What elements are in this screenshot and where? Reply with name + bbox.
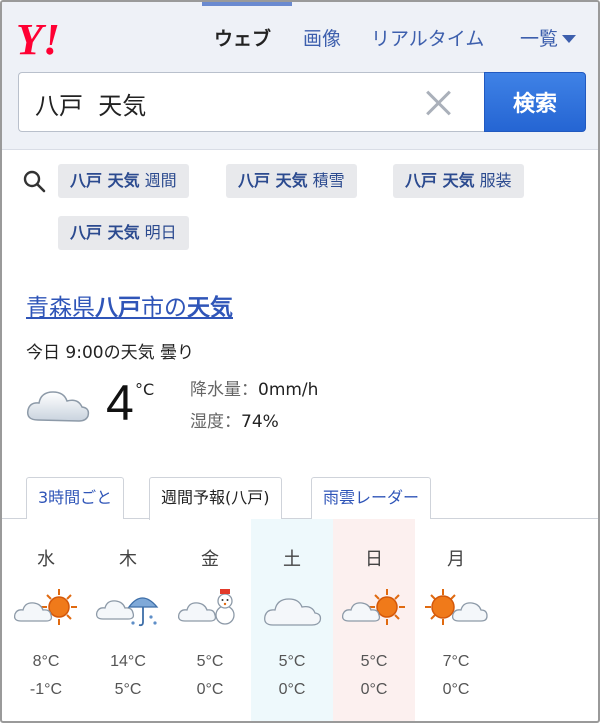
- forecast-day: 金 5°C 0°C: [169, 519, 251, 721]
- humidity: 湿度：74%: [190, 407, 279, 432]
- forecast-day: 土 5°C 0°C: [251, 519, 333, 721]
- search-button[interactable]: 検索: [484, 72, 586, 132]
- related-chip[interactable]: 八戸 天気 週間: [58, 164, 189, 198]
- forecast-high: 5°C: [278, 653, 306, 670]
- weather-title-link[interactable]: 青森県八戸市の天気: [26, 288, 233, 322]
- nav-realtime[interactable]: リアルタイム: [371, 24, 484, 51]
- active-tab-indicator: [202, 2, 292, 6]
- forecast-low: 0°C: [442, 681, 470, 698]
- related-chip-bold: 八戸 天気: [70, 223, 140, 242]
- related-chip[interactable]: 八戸 天気 明日: [58, 216, 189, 250]
- forecast-day: 月 7°C 0°C: [415, 519, 497, 721]
- temperature-unit: °C: [135, 380, 155, 399]
- nav-list-label: 一覧: [520, 28, 559, 50]
- forecast-day-label: 水: [37, 549, 55, 570]
- forecast-day: 木 14°C 5°C: [87, 519, 169, 721]
- header: Y! ウェブ 画像 リアルタイム 一覧 検索: [2, 2, 598, 150]
- tab-rain-radar[interactable]: 雨雲レーダー: [311, 477, 432, 519]
- related-chip[interactable]: 八戸 天気 服装: [393, 164, 524, 198]
- nav-web[interactable]: ウェブ: [214, 24, 271, 51]
- cloud-sun-icon: [13, 589, 77, 625]
- related-chip-rest: 積雪: [307, 171, 345, 190]
- forecast-low: 0°C: [196, 681, 224, 698]
- nav-list-menu[interactable]: 一覧: [520, 24, 577, 51]
- forecast-low: 0°C: [278, 681, 306, 698]
- forecast-day-label: 木: [119, 549, 137, 570]
- weather-title-pre: 青森県: [26, 295, 95, 321]
- app-frame: Y! ウェブ 画像 リアルタイム 一覧 検索 八戸 天気 週間 八戸 天気 積雪…: [0, 0, 600, 723]
- humidity-value: 74%: [241, 412, 279, 432]
- related-chip-bold: 八戸 天気: [405, 171, 475, 190]
- weather-title-city: 八戸: [95, 295, 141, 321]
- forecast-high: 5°C: [360, 653, 388, 670]
- related-chip-rest: 週間: [139, 171, 177, 190]
- weather-title-weather: 天気: [187, 295, 233, 321]
- forecast-high: 8°C: [32, 653, 60, 670]
- cloud-sun-icon: [341, 589, 405, 625]
- forecast-low: -1°C: [29, 681, 63, 698]
- sun-cloud-icon: [425, 589, 488, 625]
- humidity-label: 湿度：: [190, 412, 241, 432]
- cloud-icon: [264, 598, 322, 626]
- tab-3hourly[interactable]: 3時間ごと: [26, 477, 125, 519]
- clear-icon[interactable]: [423, 87, 455, 119]
- search-input[interactable]: [35, 85, 415, 121]
- current-temperature: 4: [106, 375, 134, 431]
- forecast-high: 7°C: [442, 653, 470, 670]
- current-weather-text: 今日 9:00の天気 曇り: [26, 343, 194, 363]
- forecast-low: 5°C: [114, 681, 142, 698]
- forecast-high: 5°C: [196, 653, 224, 670]
- forecast-day-label: 金: [201, 549, 219, 570]
- weather-title-mid: 市の: [141, 295, 187, 321]
- related-chip-rest: 服装: [474, 171, 512, 190]
- forecast-day: 日 5°C 0°C: [333, 519, 415, 721]
- cloud-snowman-icon: [177, 589, 235, 625]
- forecast-day: 水 8°C -1°C: [5, 519, 87, 721]
- cloud-icon: [26, 391, 90, 422]
- precipitation-label: 降水量：: [190, 380, 258, 400]
- yahoo-logo[interactable]: Y!: [16, 16, 88, 60]
- forecast-day-label: 日: [365, 549, 383, 570]
- related-chip-bold: 八戸 天気: [70, 171, 140, 190]
- nav-image[interactable]: 画像: [303, 24, 341, 51]
- forecast-day-label: 土: [283, 549, 301, 570]
- related-chip-rest: 明日: [139, 223, 177, 242]
- precipitation: 降水量：0mm/h: [190, 375, 318, 400]
- related-chip-bold: 八戸 天気: [238, 171, 308, 190]
- svg-text:Y!: Y!: [16, 16, 60, 60]
- precipitation-value: 0mm/h: [258, 380, 319, 400]
- forecast-high: 14°C: [110, 653, 146, 670]
- search-icon: [23, 170, 46, 193]
- search-box: [18, 72, 484, 132]
- tab-weekly-forecast[interactable]: 週間予報(八戸): [149, 477, 282, 520]
- forecast-low: 0°C: [360, 681, 388, 698]
- forecast-day-label: 月: [447, 549, 465, 570]
- cloud-umbrella-icon: [95, 597, 159, 627]
- chevron-down-icon: [562, 35, 577, 43]
- related-chip[interactable]: 八戸 天気 積雪: [226, 164, 357, 198]
